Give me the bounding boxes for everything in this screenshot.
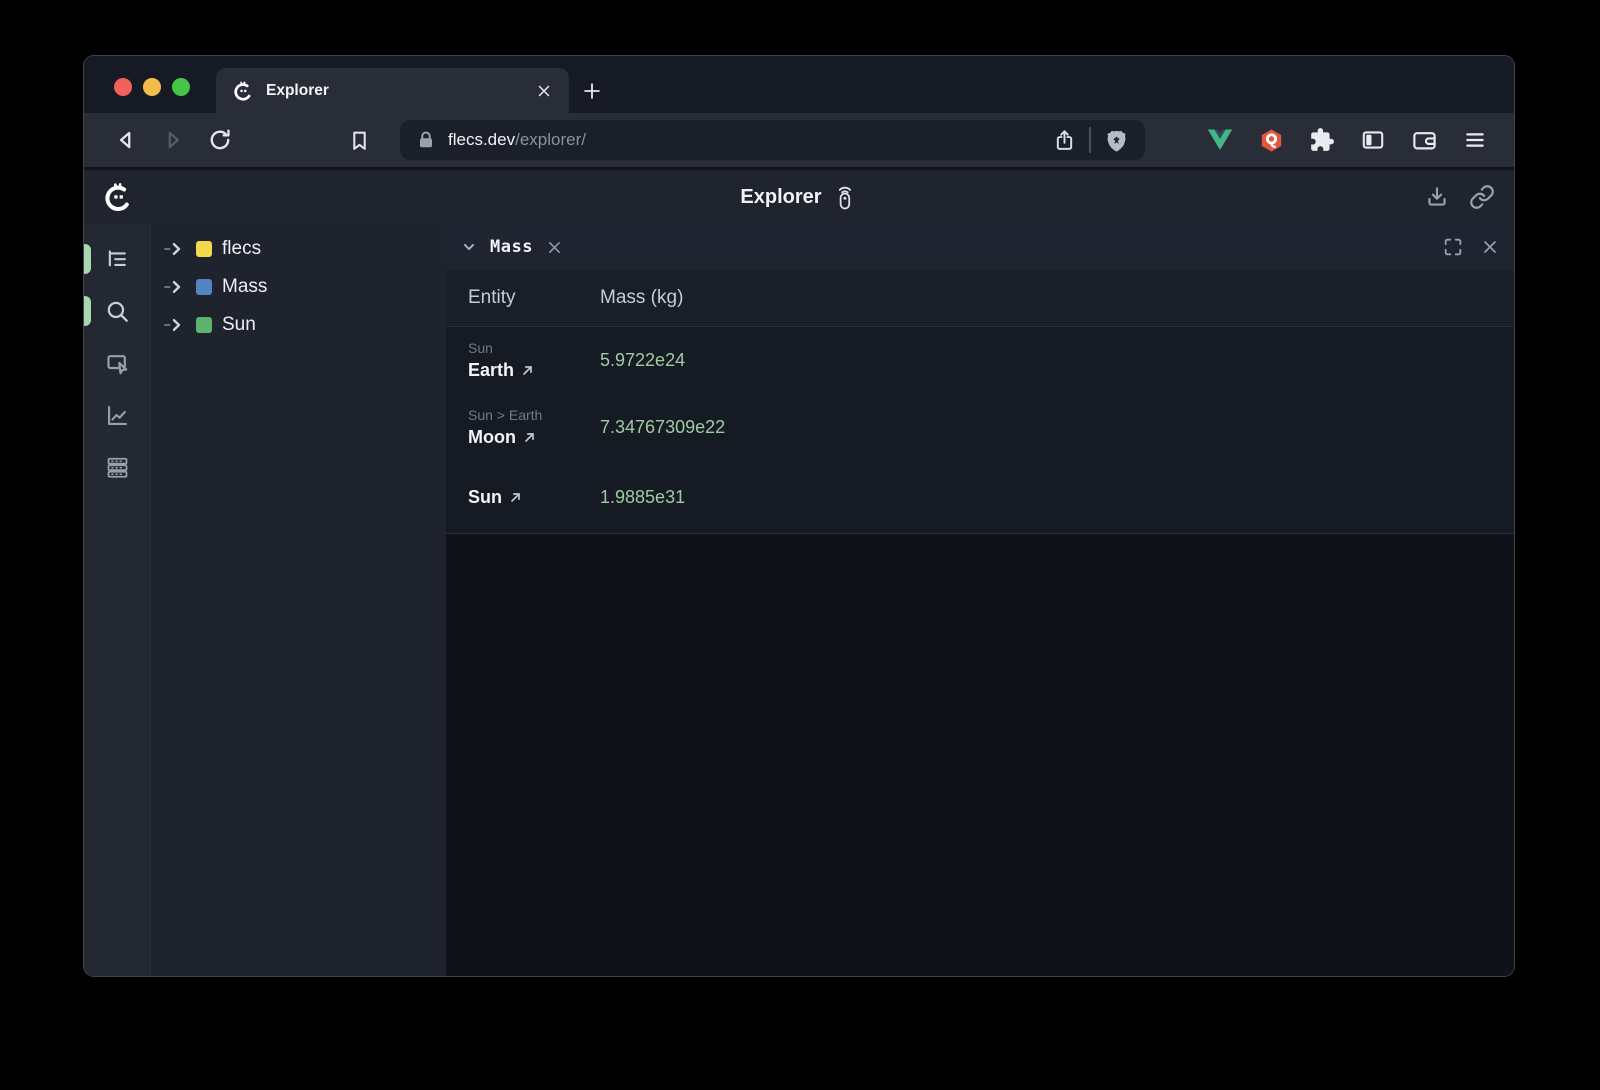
query-title: Mass bbox=[490, 237, 533, 257]
close-window-button[interactable] bbox=[114, 78, 132, 96]
download-icon[interactable] bbox=[1422, 182, 1452, 212]
tree-view-icon[interactable] bbox=[97, 239, 137, 279]
link-icon[interactable] bbox=[1467, 182, 1497, 212]
external-link-icon[interactable] bbox=[509, 491, 522, 504]
entity-color-square bbox=[196, 317, 212, 333]
table-row: Sun 1.9885e31 bbox=[446, 461, 1514, 534]
icon-sidebar bbox=[84, 224, 151, 976]
flecs-logo bbox=[102, 181, 134, 213]
tree-item-mass[interactable]: Mass bbox=[151, 268, 446, 306]
rows-icon[interactable] bbox=[97, 447, 137, 487]
column-header-mass: Mass (kg) bbox=[600, 287, 683, 309]
panel-close-icon[interactable] bbox=[1480, 237, 1500, 257]
table-header-row: Entity Mass (kg) bbox=[446, 270, 1514, 327]
url-bar[interactable]: flecs.dev/explorer/ bbox=[400, 120, 1145, 160]
lock-icon bbox=[414, 128, 438, 152]
hexagon-extension-icon[interactable] bbox=[1256, 125, 1286, 155]
expand-chevron-icon[interactable] bbox=[163, 242, 186, 256]
new-tab-button[interactable] bbox=[569, 68, 615, 113]
mass-value: 1.9885e31 bbox=[600, 487, 685, 508]
content-area: flecs Mass Sun bbox=[84, 224, 1514, 976]
entity-cell: Sun Earth bbox=[446, 340, 600, 381]
url-domain: flecs.dev bbox=[448, 130, 515, 149]
entity-color-square bbox=[196, 241, 212, 257]
traffic-lights bbox=[114, 78, 190, 96]
url-text: flecs.dev/explorer/ bbox=[448, 130, 1047, 150]
bookmark-icon[interactable] bbox=[343, 124, 375, 156]
chart-icon[interactable] bbox=[97, 395, 137, 435]
entity-color-square bbox=[196, 279, 212, 295]
url-path: /explorer/ bbox=[515, 130, 586, 149]
page-title: Explorer bbox=[740, 186, 821, 209]
entity-link[interactable]: Earth bbox=[468, 360, 514, 381]
remote-icon[interactable] bbox=[833, 183, 858, 211]
column-header-entity: Entity bbox=[446, 287, 600, 309]
forward-icon[interactable] bbox=[157, 124, 189, 156]
minimize-window-button[interactable] bbox=[143, 78, 161, 96]
divider bbox=[1089, 127, 1091, 153]
zoom-window-button[interactable] bbox=[172, 78, 190, 96]
entity-cell: Sun > Earth Moon bbox=[446, 407, 600, 448]
table-row: Sun Earth 5.9722e24 bbox=[446, 327, 1514, 394]
query-result-table: Entity Mass (kg) Sun Earth 5.9722e24 Sun… bbox=[446, 270, 1514, 534]
tree-item-label: Sun bbox=[222, 314, 256, 336]
browser-toolbar: flecs.dev/explorer/ bbox=[84, 113, 1514, 167]
table-row: Sun > Earth Moon 7.34767309e22 bbox=[446, 394, 1514, 461]
mass-value: 7.34767309e22 bbox=[600, 417, 725, 438]
collapse-chevron-down-icon[interactable] bbox=[458, 236, 480, 258]
external-link-icon[interactable] bbox=[521, 364, 534, 377]
expand-chevron-icon[interactable] bbox=[163, 318, 186, 332]
app-header: Explorer bbox=[84, 167, 1514, 224]
query-panel-actions bbox=[1442, 236, 1500, 258]
tab-close-icon[interactable] bbox=[535, 82, 553, 100]
reload-icon[interactable] bbox=[204, 124, 236, 156]
menu-icon[interactable] bbox=[1460, 125, 1490, 155]
back-icon[interactable] bbox=[110, 124, 142, 156]
app-title-area: Explorer bbox=[740, 183, 857, 211]
browser-tab[interactable]: Explorer bbox=[216, 68, 569, 113]
inspect-icon[interactable] bbox=[97, 343, 137, 383]
vue-extension-icon[interactable] bbox=[1205, 125, 1235, 155]
tree-item-flecs[interactable]: flecs bbox=[151, 230, 446, 268]
query-panel: Mass Entity Mass (kg) bbox=[446, 224, 1514, 976]
tab-title: Explorer bbox=[266, 82, 535, 100]
entity-link[interactable]: Sun bbox=[468, 487, 502, 508]
search-icon[interactable] bbox=[97, 291, 137, 331]
query-panel-empty-area bbox=[446, 534, 1514, 976]
entity-link[interactable]: Moon bbox=[468, 427, 516, 448]
entity-parent-path: Sun > Earth bbox=[468, 407, 600, 423]
tree-panel: flecs Mass Sun bbox=[151, 224, 446, 976]
expand-chevron-icon[interactable] bbox=[163, 280, 186, 294]
entity-parent-path: Sun bbox=[468, 340, 600, 356]
tree-item-label: Mass bbox=[222, 276, 267, 298]
tree-item-sun[interactable]: Sun bbox=[151, 306, 446, 344]
sidebar-toggle-icon[interactable] bbox=[1358, 125, 1388, 155]
tab-bar: Explorer bbox=[84, 56, 1514, 113]
entity-cell: Sun bbox=[446, 487, 600, 508]
query-close-icon[interactable] bbox=[545, 238, 564, 257]
brave-shield-icon[interactable] bbox=[1099, 123, 1133, 157]
active-indicator-pill bbox=[83, 244, 91, 274]
query-panel-header: Mass bbox=[446, 224, 1514, 270]
extensions-area bbox=[1205, 125, 1490, 155]
puzzle-icon[interactable] bbox=[1307, 125, 1337, 155]
wallet-icon[interactable] bbox=[1409, 125, 1439, 155]
mass-value: 5.9722e24 bbox=[600, 350, 685, 371]
share-icon[interactable] bbox=[1047, 123, 1081, 157]
tree-item-label: flecs bbox=[222, 238, 261, 260]
browser-window: Explorer flecs.dev/explorer/ bbox=[83, 55, 1515, 977]
external-link-icon[interactable] bbox=[523, 431, 536, 444]
header-actions bbox=[1422, 182, 1514, 212]
flecs-favicon-icon bbox=[232, 80, 254, 102]
fullscreen-icon[interactable] bbox=[1442, 236, 1464, 258]
active-indicator-pill bbox=[83, 296, 91, 326]
